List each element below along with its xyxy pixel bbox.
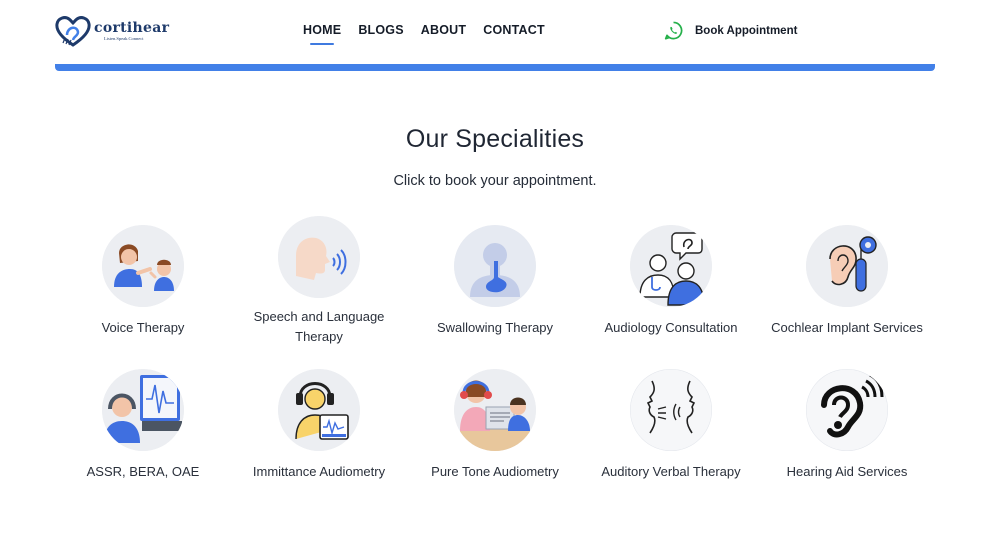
section-subtitle: Click to book your appointment. [393,173,597,189]
card-label: ASSR, BERA, OAE [86,464,200,479]
speciality-card-pure-tone-audiometry[interactable]: Pure Tone Audiometry [407,369,583,482]
audiology-consultation-icon [630,225,712,307]
card-label: Audiology Consultation [604,320,738,335]
card-label: Speech and Language Therapy [253,309,385,344]
card-label: Immittance Audiometry [252,464,386,479]
nav-contact[interactable]: CONTACT [483,23,545,37]
card-label: Cochlear Implant Services [771,320,923,335]
speciality-card-auditory-verbal[interactable]: Auditory Verbal Therapy [583,369,759,482]
nav-home[interactable]: HOME [303,23,341,45]
header-accent-bar [55,64,935,71]
speciality-card-speech-language[interactable]: Speech and Language Therapy [231,216,407,347]
brand-logo[interactable]: cortihear Listen.Speak.Connect [55,15,169,47]
main-nav: HOME BLOGS ABOUT CONTACT [303,23,562,45]
speciality-card-immittance-audiometry[interactable]: Immittance Audiometry [231,369,407,482]
section-title: Our Specialities [405,125,585,153]
immittance-audiometry-icon [278,369,360,451]
speciality-card-voice-therapy[interactable]: Voice Therapy [55,225,231,338]
voice-therapy-icon [102,225,184,307]
book-appointment-button[interactable]: Book Appointment [664,21,797,40]
brand-tagline: Listen.Speak.Connect [104,36,144,41]
book-appointment-label: Book Appointment [695,24,798,37]
card-label: Pure Tone Audiometry [431,464,559,479]
speciality-card-swallowing[interactable]: Swallowing Therapy [407,225,583,338]
nav-about[interactable]: ABOUT [421,23,466,37]
card-label: Swallowing Therapy [436,320,554,335]
assr-bera-oae-icon [102,369,184,451]
speciality-card-hearing-aid[interactable]: Hearing Aid Services [759,369,935,482]
speciality-card-assr-bera-oae[interactable]: ASSR, BERA, OAE [55,369,231,482]
card-label: Hearing Aid Services [786,464,908,479]
whatsapp-icon [664,21,683,40]
speciality-card-audiology-consultation[interactable]: Audiology Consultation [583,225,759,338]
logo-heart-ear-icon [55,16,91,47]
swallowing-icon [454,225,536,307]
hearing-aid-icon [806,369,888,451]
pure-tone-audiometry-icon [454,369,536,451]
brand-name: cortihear [94,20,170,36]
speciality-card-cochlear-implant[interactable]: Cochlear Implant Services [759,225,935,338]
card-label: Voice Therapy [101,320,185,335]
auditory-verbal-icon [630,369,712,451]
cochlear-implant-icon [806,225,888,307]
speech-language-icon [278,216,360,298]
card-label: Auditory Verbal Therapy [601,464,741,479]
nav-blogs[interactable]: BLOGS [358,23,403,37]
site-header: cortihear Listen.Speak.Connect HOME BLOG… [0,0,1000,64]
